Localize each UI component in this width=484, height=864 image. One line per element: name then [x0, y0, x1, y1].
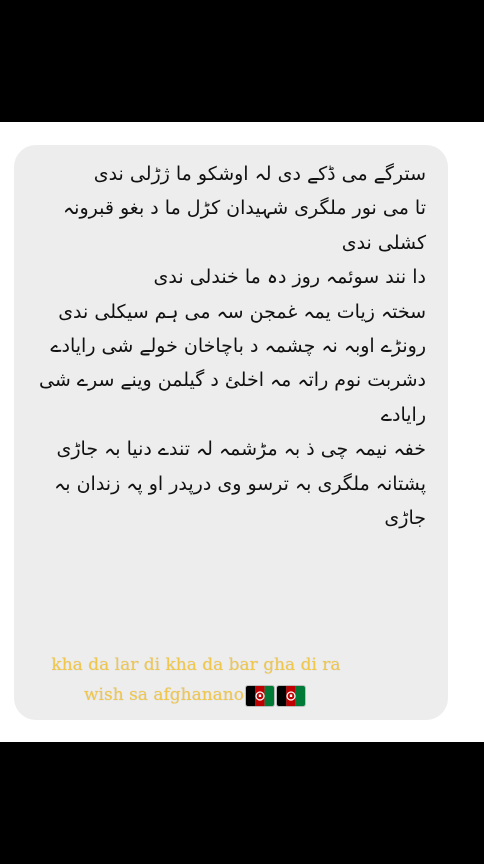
afghanistan-flag-icon [246, 686, 274, 706]
poem-line: تا می نور ملگری شہیدان کڑل ما د بغو قبرو… [63, 197, 426, 254]
poem-line: سختہ زیات یمہ غمجن سہ می ہم سیکلی ندی [58, 300, 426, 323]
poem-line: خفہ نیمہ چی ذ بہ مڑشمہ لہ تندے دنیا بہ ج… [56, 438, 426, 461]
poem-line: رونڑے اوبہ نہ چشمہ د باچاخان خولے شی رای… [50, 335, 426, 358]
message-bubble: سترگے می ڈکے دی لہ اوشکو ما ژڑلی ندی تا … [14, 145, 448, 720]
poem-line: دشربت نوم راتہ مہ اخلئ د گیلمن وینے سرے … [39, 369, 426, 426]
poem-line: پشتانہ ملگری بہ ترسو وی درپدر او پہ زندا… [54, 472, 426, 530]
poem-text: سترگے می ڈکے دی لہ اوشکو ما ژڑلی ندی تا … [32, 157, 426, 535]
overlay-caption: kha da lar di kha da bar gha di ra wish … [36, 650, 356, 711]
poem-line: سترگے می ڈکے دی لہ اوشکو ما ژڑلی ندی [93, 163, 426, 185]
top-black-bar [0, 0, 484, 122]
bottom-black-bar [0, 742, 484, 864]
flags-group [246, 681, 308, 711]
message-panel: سترگے می ڈکے دی لہ اوشکو ما ژڑلی ندی تا … [0, 122, 484, 742]
afghanistan-flag-icon [277, 686, 305, 706]
poem-line: دا نند سوئمہ روز دہ ما خندلی ندی [153, 266, 426, 289]
